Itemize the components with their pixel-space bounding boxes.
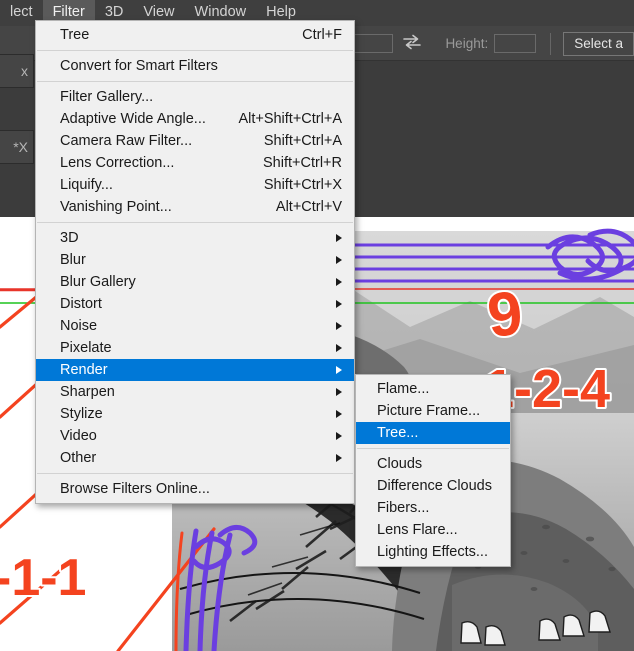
chevron-right-icon xyxy=(336,300,342,308)
panel-tab-2[interactable]: *X xyxy=(0,130,34,164)
filter-menu-item-convert-for-smart-filters[interactable]: Convert for Smart Filters xyxy=(36,55,354,77)
panel-tab-1[interactable]: x xyxy=(0,54,34,88)
filter-menu-item-render[interactable]: Render xyxy=(36,359,354,381)
filter-menu-item-3d[interactable]: 3D xyxy=(36,227,354,249)
modified-close-icon[interactable]: *X xyxy=(13,139,28,155)
left-panel-tabs: x *X xyxy=(0,26,36,217)
filter-menu-item-label: 3D xyxy=(60,230,79,246)
filter-menu-item-camera-raw-filter[interactable]: Camera Raw Filter... Shift+Ctrl+A xyxy=(36,130,354,152)
filter-menu-item-label: Noise xyxy=(60,318,98,334)
filter-menu-item-adaptive-wide-angle[interactable]: Adaptive Wide Angle... Alt+Shift+Ctrl+A xyxy=(36,108,354,130)
filter-menu-item-label: Pixelate xyxy=(60,340,112,356)
render-submenu-item-label: Lens Flare... xyxy=(377,522,458,538)
filter-menu-item-label: Liquify... xyxy=(60,177,113,193)
filter-menu-item-label: Tree xyxy=(60,27,90,43)
chevron-right-icon xyxy=(336,388,342,396)
filter-menu-item-shortcut: Ctrl+F xyxy=(302,27,342,43)
options-separator xyxy=(550,32,552,55)
annotation-9: 9 xyxy=(484,279,526,351)
render-submenu-item-label: Lighting Effects... xyxy=(377,544,488,560)
chevron-right-icon xyxy=(336,322,342,330)
photoshop-window: 9 1-2-4 -1-1 Height: Select a x *X lect … xyxy=(0,0,634,651)
filter-menu-item-other[interactable]: Other xyxy=(36,447,354,469)
render-submenu-item-difference-clouds[interactable]: Difference Clouds xyxy=(356,475,510,497)
render-submenu-separator xyxy=(357,448,509,449)
swap-arrows-glyph xyxy=(403,34,422,49)
width-input[interactable] xyxy=(351,34,394,53)
filter-menu-item-vanishing-point[interactable]: Vanishing Point... Alt+Ctrl+V xyxy=(36,196,354,218)
render-submenu-item-label: Tree... xyxy=(377,425,419,441)
chevron-right-icon xyxy=(336,432,342,440)
filter-menu-item-label: Stylize xyxy=(60,406,103,422)
filter-menu-item-shortcut: Shift+Ctrl+A xyxy=(263,133,342,149)
filter-menu-item-liquify[interactable]: Liquify... Shift+Ctrl+X xyxy=(36,174,354,196)
render-submenu-item-lens-flare[interactable]: Lens Flare... xyxy=(356,519,510,541)
filter-menu-item-browse-filters-online[interactable]: Browse Filters Online... xyxy=(36,478,354,500)
render-submenu-item-picture-frame[interactable]: Picture Frame... xyxy=(356,400,510,422)
chevron-right-icon xyxy=(336,410,342,418)
filter-menu-item-label: Filter Gallery... xyxy=(60,89,154,105)
filter-menu-item-label: Vanishing Point... xyxy=(60,199,172,215)
chevron-right-icon xyxy=(336,234,342,242)
filter-menu-item-label: Other xyxy=(60,450,97,466)
render-submenu-item-label: Clouds xyxy=(377,456,423,472)
filter-menu-item-tree[interactable]: Tree Ctrl+F xyxy=(36,24,354,46)
filter-menu-item-blur-gallery[interactable]: Blur Gallery xyxy=(36,271,354,293)
height-label: Height: xyxy=(445,36,489,51)
filter-menu-item-label: Distort xyxy=(60,296,102,312)
filter-menu-separator xyxy=(37,50,353,51)
chevron-right-icon xyxy=(336,454,342,462)
swap-dimensions-icon[interactable] xyxy=(395,34,429,54)
filter-menu-separator xyxy=(37,81,353,82)
chevron-right-icon xyxy=(336,256,342,264)
render-submenu-item-flame[interactable]: Flame... xyxy=(356,378,510,400)
height-input[interactable] xyxy=(494,34,537,53)
filter-menu-item-label: Adaptive Wide Angle... xyxy=(60,111,206,127)
annotation-minus-1-1: -1-1 xyxy=(0,549,86,607)
chevron-right-icon xyxy=(336,344,342,352)
chevron-right-icon xyxy=(336,366,342,374)
select-and-mask-button[interactable]: Select a xyxy=(563,31,634,56)
filter-menu-item-label: Blur Gallery xyxy=(60,274,136,290)
filter-menu-item-pixelate[interactable]: Pixelate xyxy=(36,337,354,359)
select-and-mask-label: Select a xyxy=(574,36,623,51)
filter-menu-item-label: Blur xyxy=(60,252,86,268)
filter-menu-item-video[interactable]: Video xyxy=(36,425,354,447)
close-icon[interactable]: x xyxy=(21,63,28,79)
filter-menu-item-label: Video xyxy=(60,428,97,444)
render-submenu-item-label: Difference Clouds xyxy=(377,478,492,494)
render-submenu: Flame... Picture Frame... Tree... Clouds Dif… xyxy=(355,374,511,567)
render-submenu-item-clouds[interactable]: Clouds xyxy=(356,453,510,475)
filter-menu-item-shortcut: Alt+Ctrl+V xyxy=(275,199,342,215)
filter-menu-item-blur[interactable]: Blur xyxy=(36,249,354,271)
filter-menu-item-shortcut: Shift+Ctrl+X xyxy=(263,177,342,193)
render-submenu-item-label: Fibers... xyxy=(377,500,430,516)
render-submenu-item-label: Picture Frame... xyxy=(377,403,481,419)
filter-menu-item-filter-gallery[interactable]: Filter Gallery... xyxy=(36,86,354,108)
filter-menu-item-label: Browse Filters Online... xyxy=(60,481,210,497)
render-submenu-item-lighting-effects[interactable]: Lighting Effects... xyxy=(356,541,510,563)
filter-menu-item-noise[interactable]: Noise xyxy=(36,315,354,337)
filter-menu-item-sharpen[interactable]: Sharpen xyxy=(36,381,354,403)
filter-menu-item-lens-correction[interactable]: Lens Correction... Shift+Ctrl+R xyxy=(36,152,354,174)
render-submenu-item-tree[interactable]: Tree... xyxy=(356,422,510,444)
render-submenu-item-fibers[interactable]: Fibers... xyxy=(356,497,510,519)
filter-menu-item-label: Lens Correction... xyxy=(60,155,175,171)
filter-menu-separator xyxy=(37,222,353,223)
filter-menu-item-distort[interactable]: Distort xyxy=(36,293,354,315)
render-submenu-item-label: Flame... xyxy=(377,381,430,397)
filter-menu-item-shortcut: Shift+Ctrl+R xyxy=(263,155,342,171)
filter-menu-item-label: Convert for Smart Filters xyxy=(60,58,218,74)
filter-menu-item-shortcut: Alt+Shift+Ctrl+A xyxy=(238,111,342,127)
filter-menu-item-label: Sharpen xyxy=(60,384,115,400)
filter-menu-separator xyxy=(37,473,353,474)
filter-menu-item-label: Camera Raw Filter... xyxy=(60,133,193,149)
filter-dropdown-menu: Tree Ctrl+F Convert for Smart Filters Filte… xyxy=(35,20,355,504)
filter-menu-item-stylize[interactable]: Stylize xyxy=(36,403,354,425)
chevron-right-icon xyxy=(336,278,342,286)
filter-menu-item-label: Render xyxy=(60,362,108,378)
